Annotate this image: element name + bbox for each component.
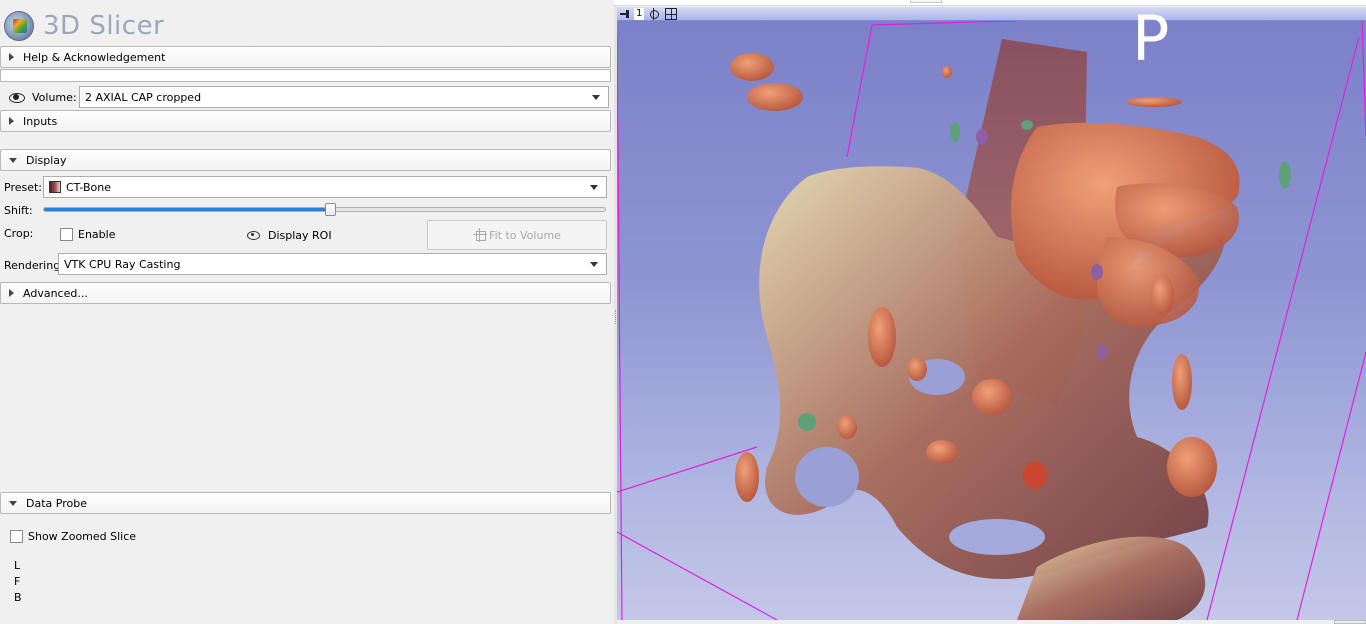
- show-zoomed-row: Show Zoomed Slice: [10, 529, 136, 544]
- fit-to-volume-icon: [473, 228, 488, 242]
- show-zoomed-label: Show Zoomed Slice: [28, 530, 137, 543]
- center-view-icon[interactable]: [648, 7, 660, 20]
- volume-selector[interactable]: 2 AXIAL CAP cropped: [79, 86, 609, 108]
- app-logo: 3D Slicer: [4, 10, 164, 42]
- expanded-arrow-icon: [9, 500, 17, 506]
- display-section-header[interactable]: Display: [0, 149, 611, 171]
- corner-button[interactable]: [1334, 620, 1366, 624]
- volume-rendering: [617, 16, 1366, 620]
- help-section-label: Help & Acknowledgement: [23, 50, 166, 64]
- data-probe-section-header[interactable]: Data Probe: [0, 492, 611, 514]
- data-probe-section-label: Data Probe: [26, 496, 87, 510]
- rendering-selector[interactable]: VTK CPU Ray Casting: [58, 253, 607, 275]
- help-collapsed-body: [0, 69, 611, 82]
- status-strip: [617, 620, 1366, 624]
- expanded-arrow-icon: [9, 157, 17, 163]
- splitter-grip[interactable]: [615, 310, 616, 324]
- shift-slider-handle[interactable]: [325, 203, 337, 216]
- inputs-section-header[interactable]: Inputs: [0, 110, 611, 132]
- 3d-view[interactable]: 1 P: [617, 7, 1366, 620]
- display-roi-label[interactable]: Display ROI: [268, 229, 332, 242]
- chevron-down-icon: [590, 262, 598, 267]
- volume-selector-value: 2 AXIAL CAP cropped: [85, 90, 202, 104]
- display-roi-icon[interactable]: [245, 227, 261, 243]
- slicer-logo-icon: [4, 11, 34, 41]
- rendering-row: Rendering:: [4, 258, 64, 272]
- orientation-marker: P: [1132, 7, 1170, 75]
- enable-crop-checkbox[interactable]: [60, 228, 73, 241]
- probe-coord-l: L: [14, 559, 21, 572]
- volume-label: Volume:: [32, 90, 77, 104]
- layout-icon[interactable]: [665, 7, 678, 20]
- shift-slider[interactable]: [43, 203, 606, 216]
- volume-row: Volume:: [8, 88, 77, 106]
- probe-coordinates: L F B: [14, 558, 22, 606]
- probe-coord-b: B: [14, 591, 22, 604]
- chevron-down-icon: [590, 185, 598, 190]
- crop-row: Crop:: [4, 226, 33, 240]
- probe-coord-f: F: [14, 575, 21, 588]
- collapsed-arrow-icon: [9, 53, 14, 61]
- rendering-selector-value: VTK CPU Ray Casting: [64, 257, 181, 271]
- display-section-label: Display: [26, 153, 67, 167]
- fit-to-volume-label: Fit to Volume: [489, 228, 561, 242]
- display-roi-row: Display ROI: [245, 227, 332, 243]
- collapsed-arrow-icon: [9, 289, 14, 297]
- app-title: 3D Slicer: [43, 11, 165, 41]
- eye-icon[interactable]: [8, 91, 26, 103]
- slicer-window: 3D Slicer Help & Acknowledgement Volume:…: [0, 0, 1366, 624]
- advanced-section-label: Advanced...: [23, 286, 88, 300]
- chevron-down-icon: [592, 95, 600, 100]
- top-drag-handle[interactable]: [910, 0, 942, 3]
- advanced-section-header[interactable]: Advanced...: [0, 282, 611, 304]
- preset-selector-value: CT-Bone: [66, 180, 111, 194]
- collapsed-arrow-icon: [9, 117, 14, 125]
- shift-row: Shift:: [4, 203, 33, 217]
- inputs-section-label: Inputs: [23, 114, 58, 128]
- preset-row: Preset:: [4, 180, 42, 194]
- shift-slider-fill: [44, 208, 331, 211]
- preset-label: Preset:: [4, 180, 43, 194]
- shift-label: Shift:: [4, 203, 33, 217]
- 3d-view-controller-bar: 1: [617, 7, 1366, 21]
- enable-crop-label: Enable: [78, 228, 116, 241]
- crop-label: Crop:: [4, 226, 34, 240]
- fit-to-volume-button[interactable]: Fit to Volume: [427, 220, 607, 250]
- preset-selector[interactable]: CT-Bone: [43, 176, 607, 198]
- view-number[interactable]: 1: [634, 7, 645, 20]
- module-panel: 3D Slicer Help & Acknowledgement Volume:…: [0, 0, 614, 624]
- show-zoomed-checkbox[interactable]: [10, 530, 23, 543]
- rendering-label: Rendering:: [4, 258, 64, 272]
- preset-swatch-icon: [49, 181, 61, 193]
- pin-icon[interactable]: [620, 9, 630, 19]
- help-section-header[interactable]: Help & Acknowledgement: [0, 46, 611, 68]
- enable-crop-row: Enable: [60, 227, 115, 242]
